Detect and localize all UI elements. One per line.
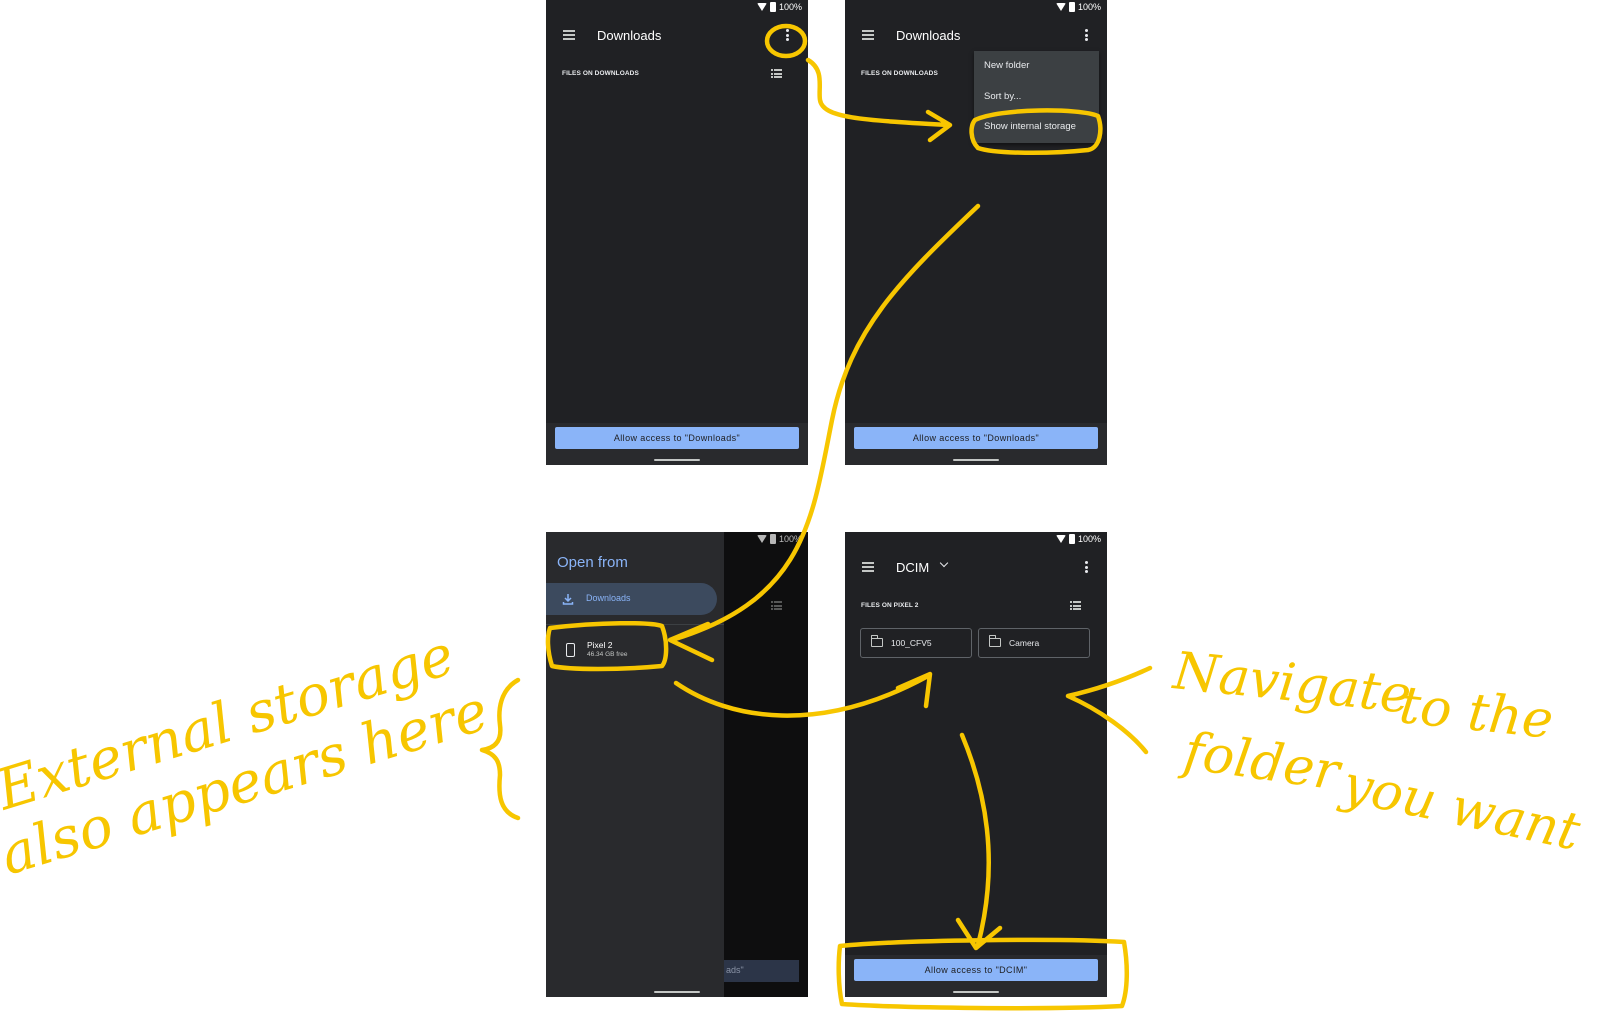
page-title: Downloads [896,28,961,43]
annotation-right-line2: to the [1397,675,1556,751]
more-options-icon[interactable] [786,29,790,43]
page-title[interactable]: DCIM [896,560,929,575]
device-name: Pixel 2 [587,640,613,650]
battery-percent: 100% [1077,534,1101,544]
background-allow-button: ads" [724,960,799,982]
wifi-icon [756,3,767,11]
menu-item-new-folder[interactable]: New folder [974,51,1099,82]
list-view-icon[interactable] [1070,601,1081,610]
battery-icon [1068,2,1075,12]
drawer-item-downloads[interactable]: Downloads [546,583,717,615]
drawer-scrim[interactable]: 100% ads" [724,532,808,997]
menu-item-show-internal-storage[interactable]: Show internal storage [974,112,1099,143]
annotation-left-line1: External storage [0,623,462,824]
battery-icon [769,534,776,544]
annotation-right-line1: Navigate [1169,641,1414,726]
allow-access-button[interactable]: Allow access to "DCIM" [854,959,1098,981]
drawer-item-label: Downloads [586,593,631,603]
battery-icon [1068,534,1075,544]
section-label: FILES ON DOWNLOADS [562,70,639,77]
divider [546,624,724,625]
battery-icon [769,2,776,12]
folder-100-cfv5[interactable]: 100_CFV5 [860,628,972,658]
folder-icon [870,635,883,647]
battery-percent: 100% [778,2,802,12]
wifi-icon [1055,535,1066,543]
folder-name: Camera [1009,638,1040,648]
menu-icon[interactable] [862,30,874,40]
screen-downloads-menu: 100% Downloads FILES ON DOWNLOADS New fo… [845,0,1107,465]
allow-access-button[interactable]: Allow access to "Downloads" [854,427,1098,449]
device-free-space: 46.34 GB free [587,651,628,658]
screen-downloads: 100% Downloads FILES ON DOWNLOADS Allow … [546,0,808,465]
battery-percent: 100% [778,534,802,544]
folder-camera[interactable]: Camera [978,628,1090,658]
chevron-down-icon[interactable] [939,558,949,568]
screen-open-from-drawer: 100% ads" Open from Downloads Pixel 2 46… [546,532,808,997]
menu-icon[interactable] [563,30,575,40]
more-options-icon[interactable] [1085,561,1089,575]
menu-item-sort-by[interactable]: Sort by... [974,82,1099,113]
page-title: Downloads [597,28,662,43]
annotation-left-line2: also appears here [0,678,496,888]
background-button-text: ads" [726,965,744,975]
navigation-drawer: Open from Downloads Pixel 2 46.34 GB fre… [546,532,724,997]
section-label: FILES ON PIXEL 2 [861,602,919,609]
wifi-icon [756,535,767,543]
folder-name: 100_CFV5 [891,638,932,648]
drawer-item-pixel-2[interactable]: Pixel 2 46.34 GB free [546,629,724,665]
home-indicator[interactable] [953,459,999,461]
home-indicator[interactable] [654,991,700,993]
menu-icon[interactable] [862,562,874,572]
overflow-menu: New folder Sort by... Show internal stor… [974,51,1099,143]
bottom-bar: Allow access to "Downloads" [845,423,1107,465]
section-label: FILES ON DOWNLOADS [861,70,938,77]
status-bar: 100% [1055,2,1101,12]
bottom-bar: Allow access to "DCIM" [845,955,1107,997]
folder-icon [988,635,1001,647]
annotation-right-line3: folder [1176,721,1346,803]
status-bar: 100% [1055,534,1101,544]
list-view-icon[interactable] [771,69,782,78]
annotation-right-line4: you want [1335,754,1585,863]
more-options-icon[interactable] [1085,29,1089,43]
list-view-icon [771,601,782,610]
status-bar: 100% [756,534,802,544]
wifi-icon [1055,3,1066,11]
brace [479,677,521,821]
drawer-title: Open from [557,554,628,571]
battery-percent: 100% [1077,2,1101,12]
home-indicator[interactable] [654,459,700,461]
phone-icon [566,643,575,657]
screen-dcim: 100% DCIM FILES ON PIXEL 2 100_CFV5 Came… [845,532,1107,997]
bottom-bar: Allow access to "Downloads" [546,423,808,465]
download-icon [562,594,574,605]
allow-access-button[interactable]: Allow access to "Downloads" [555,427,799,449]
home-indicator[interactable] [953,991,999,993]
status-bar: 100% [756,2,802,12]
